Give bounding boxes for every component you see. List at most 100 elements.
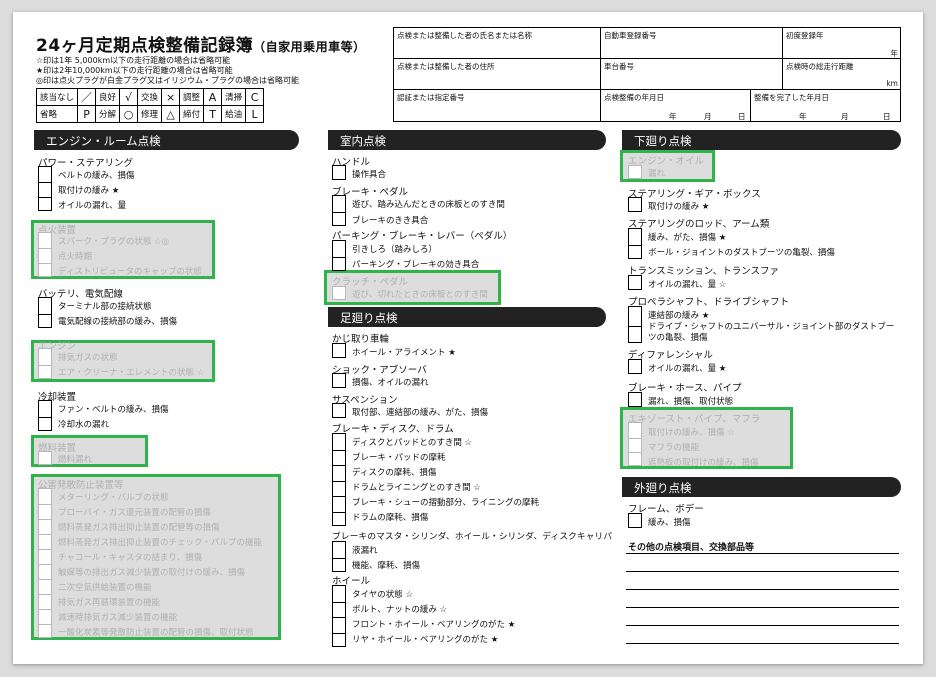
checkbox-column[interactable] xyxy=(628,306,642,343)
inspection-date-field[interactable]: 点検整備の年月日 年 月 日 xyxy=(601,90,751,122)
checkbox-column[interactable] xyxy=(332,240,346,271)
checkbox-divider xyxy=(629,325,641,327)
check-item: オイルの漏れ、量 ☆ xyxy=(648,280,727,290)
checkbox-divider xyxy=(39,313,51,315)
checkbox-column[interactable] xyxy=(332,433,346,526)
checkbox-divider xyxy=(333,632,345,634)
check-item: 機能、摩耗、損傷 xyxy=(352,561,421,571)
checkbox[interactable] xyxy=(332,343,346,358)
write-line[interactable] xyxy=(626,553,899,554)
checkbox[interactable] xyxy=(332,373,346,388)
owner-address-field[interactable]: 点検または整備した者の住所 xyxy=(394,59,601,90)
chassis-number-label: 車台番号 xyxy=(604,62,634,71)
first-registration-field[interactable]: 初度登録年年 xyxy=(783,28,901,59)
legend-symbol: P xyxy=(77,105,97,123)
check-item: ボルト、ナットの緩み ☆ xyxy=(352,605,448,615)
checkbox-divider xyxy=(333,496,345,497)
section-running: 足廻り点検 xyxy=(328,307,606,327)
legend-label: 該当なし xyxy=(35,88,79,106)
registration-number-field[interactable]: 自動車登録番号 xyxy=(601,28,783,59)
checkbox[interactable] xyxy=(38,451,52,465)
legend-label: 交換 xyxy=(137,88,163,106)
checkbox-column[interactable] xyxy=(628,422,642,466)
vehicle-info-table: 点検または整備した者の氏名または名称 自動車登録番号 初度登録年年 点検または整… xyxy=(393,27,901,122)
check-item: マフラの機能 xyxy=(648,443,700,453)
legend-symbol: √ xyxy=(119,88,139,106)
check-item: ターミナル部の接続状態 xyxy=(58,302,152,312)
section-cabin: 室内点検 xyxy=(328,130,606,150)
checkbox[interactable] xyxy=(628,359,642,374)
checkbox-column[interactable] xyxy=(38,348,52,379)
check-item: メターリング・バルブの状態 xyxy=(58,493,169,503)
checkbox-divider xyxy=(39,624,51,625)
group-shock-absorber: ショック・アブソーバ xyxy=(332,365,427,376)
check-item: 漏れ、損傷、取付状態 xyxy=(648,397,734,407)
write-line[interactable] xyxy=(626,643,899,644)
completion-date-field[interactable]: 整備を完了した年月日 年 月 日 xyxy=(751,90,901,122)
check-item: エア・クリーナ・エレメントの状態 ☆ xyxy=(58,368,205,378)
group-parking-brake: パーキング・ブレーキ・レバー（ペダル） xyxy=(332,231,513,242)
check-item: 取付けの緩み ★ xyxy=(648,202,710,212)
check-item: 緩み、損傷 xyxy=(648,518,691,528)
legend-symbol: A xyxy=(203,88,223,106)
check-item: ベルトの緩み、損傷 xyxy=(58,171,135,181)
check-item: ドライブ・シャフトのユニバーサル・ジョイント部のダストブーツの亀裂、損傷 xyxy=(648,322,895,343)
checkbox-column[interactable] xyxy=(38,297,52,328)
write-line[interactable] xyxy=(626,589,899,590)
odometer-label: 点検時の総走行距離 xyxy=(786,62,854,71)
group-power-steering: パワー・ステアリング xyxy=(38,158,134,169)
checkbox[interactable] xyxy=(628,392,642,407)
group-brake-hose: ブレーキ・ホース、パイプ xyxy=(628,383,742,394)
checkbox[interactable] xyxy=(628,513,642,528)
note-3: ◎印は点火プラグが白金プラグ又はイリジウム・プラグの場合は省略可能 xyxy=(36,76,299,85)
check-item: 燃料漏れ xyxy=(58,455,93,465)
check-item: 操作具合 xyxy=(352,170,387,180)
check-item: 冷却水の漏れ xyxy=(58,420,110,430)
chassis-number-field[interactable]: 車台番号 xyxy=(601,59,783,90)
check-item: 取付けの緩み、損傷 ☆ xyxy=(648,428,735,438)
checkbox[interactable] xyxy=(332,165,346,180)
odometer-field[interactable]: 点検時の総走行距離 km xyxy=(783,59,901,90)
owner-name-field[interactable]: 点検または整備した者の氏名または名称 xyxy=(394,28,601,59)
checkbox[interactable] xyxy=(628,165,642,179)
legend-symbol: △ xyxy=(161,105,181,123)
check-item: ファン・ベルトの緩み、損傷 xyxy=(58,405,169,415)
checkbox-column[interactable] xyxy=(332,541,346,572)
legend-label: 締付 xyxy=(179,105,205,123)
certification-number-field[interactable]: 認証または指定番号 xyxy=(394,90,601,122)
checkbox-column[interactable] xyxy=(38,400,52,431)
checkbox-column[interactable] xyxy=(38,166,52,211)
check-item: 緩み、がた、損傷 ★ xyxy=(648,233,727,243)
checkbox-column[interactable] xyxy=(332,585,346,647)
checkbox-divider xyxy=(333,449,345,451)
group-exhaust: エキゾースト・パイプ、マフラ xyxy=(628,414,761,425)
checkbox[interactable] xyxy=(332,403,346,418)
group-master-cylinder: ブレーキのマスタ・シリンダ、ホイール・シリンダ、ディスクキャリパ xyxy=(332,532,613,542)
checkbox-divider xyxy=(39,579,51,580)
check-item: 液漏れ xyxy=(352,546,378,556)
checkbox-divider xyxy=(333,557,345,559)
write-line[interactable] xyxy=(626,607,899,608)
date-month: 月 xyxy=(704,112,712,121)
check-item: 減速時排気ガス減少装置の機能 xyxy=(58,613,178,623)
date-year: 年 xyxy=(669,112,677,121)
checkbox[interactable] xyxy=(628,275,642,290)
checkbox-column[interactable] xyxy=(38,232,52,277)
write-line[interactable] xyxy=(626,625,899,626)
legend-label: 良好 xyxy=(95,88,121,106)
title-sub: （自家用乗用車等） xyxy=(253,40,366,54)
checkbox-divider xyxy=(333,511,345,513)
write-line[interactable] xyxy=(626,571,899,572)
registration-number-label: 自動車登録番号 xyxy=(604,31,657,40)
check-item: 電気配線の接続部の緩み、損傷 xyxy=(58,317,178,327)
checkbox[interactable] xyxy=(628,197,642,212)
checkbox-column[interactable] xyxy=(38,488,52,638)
checkbox-divider xyxy=(333,256,345,258)
year-unit: 年 xyxy=(890,49,899,58)
checkbox[interactable] xyxy=(332,286,346,300)
other-items-heading: その他の点検項目、交換部品等 xyxy=(628,543,755,553)
owner-address-label: 点検または整備した者の住所 xyxy=(397,62,495,71)
check-item: 点火時期 xyxy=(58,252,93,262)
checkbox-column[interactable] xyxy=(628,228,642,259)
checkbox-column[interactable] xyxy=(332,195,346,226)
